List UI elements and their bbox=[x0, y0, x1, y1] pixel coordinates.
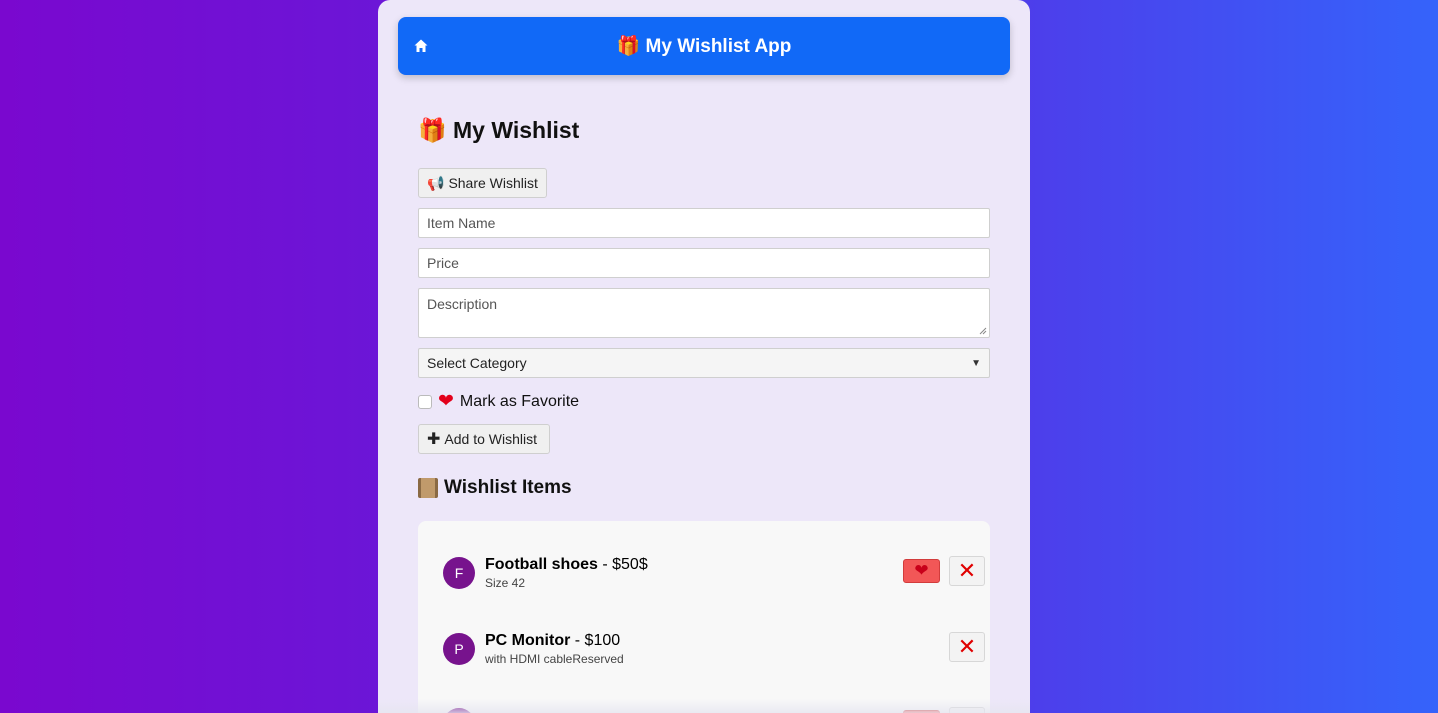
plus-icon: ✚ bbox=[427, 431, 441, 448]
heart-icon: ❤ bbox=[438, 391, 454, 412]
wishlist-items-heading: Wishlist Items bbox=[418, 477, 572, 499]
home-icon[interactable] bbox=[413, 38, 429, 54]
scroll-icon bbox=[418, 478, 438, 498]
item-name-input[interactable]: Item Name bbox=[418, 208, 990, 238]
item-name: PC Monitor bbox=[485, 632, 571, 649]
item-title: Football shoes - $50$ bbox=[485, 556, 648, 574]
price-input[interactable]: Price bbox=[418, 248, 990, 278]
app-card: 🎁 My Wishlist App 🎁 My Wishlist 📢 Share … bbox=[378, 0, 1030, 713]
item-price: - $50$ bbox=[597, 556, 648, 573]
app-title: 🎁 My Wishlist App bbox=[616, 36, 792, 57]
close-icon: ✕ bbox=[957, 634, 977, 659]
avatar: F bbox=[443, 557, 475, 589]
bottom-fade bbox=[378, 699, 1030, 713]
item-name: Football shoes bbox=[485, 556, 598, 573]
add-to-wishlist-button[interactable]: ✚ Add to Wishlist bbox=[418, 424, 550, 454]
category-selected-value: Select Category bbox=[427, 355, 527, 371]
favorite-row: ❤ Mark as Favorite bbox=[418, 392, 579, 411]
share-wishlist-button[interactable]: 📢 Share Wishlist bbox=[418, 168, 547, 198]
description-placeholder: Description bbox=[427, 296, 498, 312]
wishlist-items-title: Wishlist Items bbox=[444, 477, 572, 498]
avatar: P bbox=[443, 633, 475, 665]
heart-icon: ❤ bbox=[914, 561, 929, 580]
favorite-checkbox[interactable] bbox=[418, 394, 432, 409]
share-wishlist-label: Share Wishlist bbox=[448, 175, 538, 191]
megaphone-icon: 📢 bbox=[427, 174, 445, 191]
list-item: F Football shoes - $50$ Size 42 ❤ ✕ bbox=[443, 556, 988, 590]
delete-button[interactable]: ✕ bbox=[949, 632, 985, 662]
item-description: Size 42 bbox=[485, 576, 526, 590]
item-title: PC Monitor - $100 bbox=[485, 632, 620, 650]
category-select[interactable]: Select Category ▼ bbox=[418, 348, 990, 378]
wishlist-panel: F Football shoes - $50$ Size 42 ❤ ✕ P PC… bbox=[418, 521, 990, 713]
add-to-wishlist-label: Add to Wishlist bbox=[444, 431, 537, 447]
chevron-down-icon: ▼ bbox=[971, 357, 981, 369]
list-item: P PC Monitor - $100 with HDMI cableReser… bbox=[443, 632, 988, 666]
close-icon: ✕ bbox=[957, 558, 977, 583]
navbar: 🎁 My Wishlist App bbox=[398, 17, 1010, 75]
item-price: - $100 bbox=[570, 632, 621, 649]
favorite-button[interactable]: ❤ bbox=[903, 559, 940, 583]
delete-button[interactable]: ✕ bbox=[949, 556, 985, 586]
page-title: 🎁 My Wishlist bbox=[418, 117, 580, 143]
description-textarea[interactable]: Description bbox=[418, 288, 990, 338]
item-description: with HDMI cableReserved bbox=[485, 652, 624, 666]
resize-grip-icon[interactable] bbox=[979, 327, 987, 335]
favorite-label: Mark as Favorite bbox=[459, 392, 580, 410]
